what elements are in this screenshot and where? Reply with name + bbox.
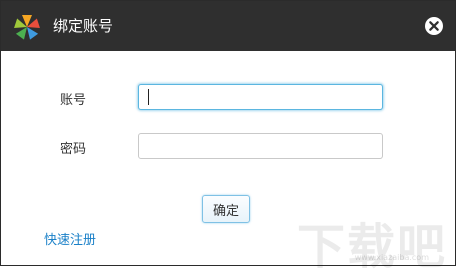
password-label: 密码 — [60, 142, 87, 157]
close-icon[interactable] — [424, 16, 444, 36]
bind-account-dialog: 绑定账号 账号 密码 确定 快速注册 下载吧 www.xiazaiba.com — [0, 0, 456, 275]
account-input[interactable] — [138, 84, 383, 110]
watermark-logo: 下载吧 — [296, 219, 447, 275]
confirm-button[interactable]: 确定 — [202, 195, 250, 223]
dialog-title: 绑定账号 — [53, 17, 114, 35]
password-input[interactable] — [138, 133, 383, 159]
watermark-url: www.xiazaiba.com — [354, 253, 429, 262]
account-label: 账号 — [60, 93, 87, 108]
text-caret — [148, 89, 149, 105]
quick-register-link[interactable]: 快速注册 — [44, 229, 96, 248]
title-bar[interactable]: 绑定账号 — [1, 1, 455, 51]
app-logo-icon — [14, 15, 40, 40]
